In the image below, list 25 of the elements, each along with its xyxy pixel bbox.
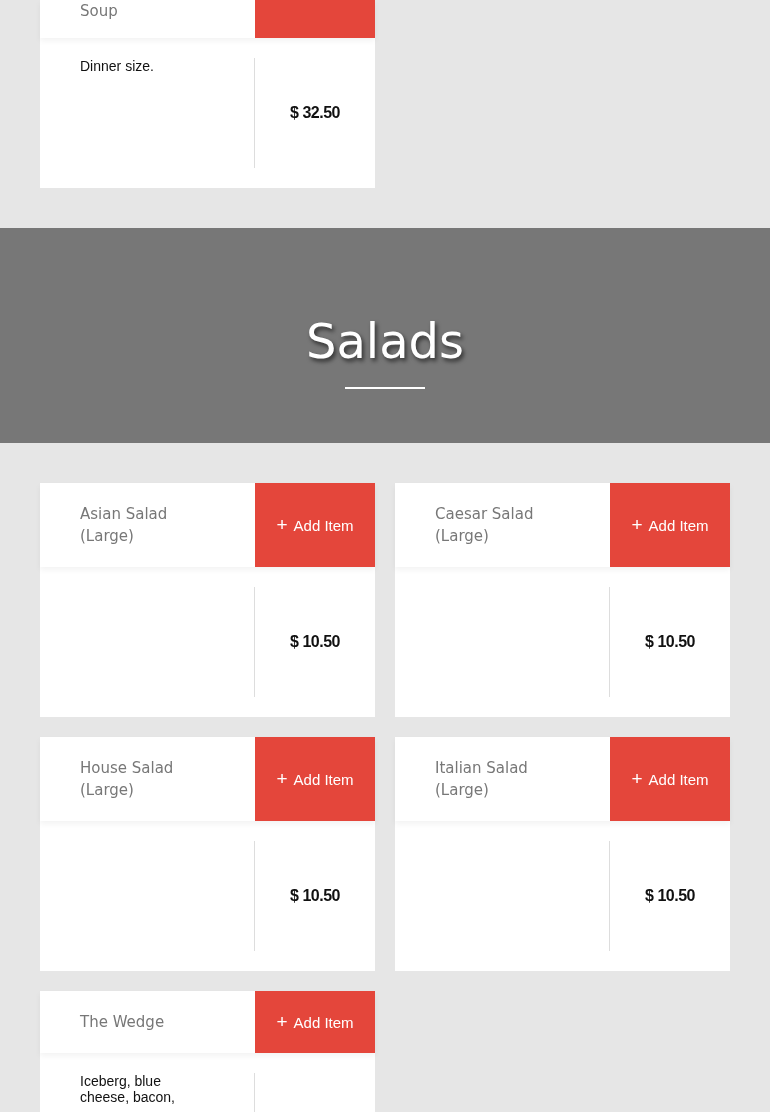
item-price: $ 10.50 [290, 633, 340, 651]
add-item-button[interactable] [255, 0, 375, 38]
item-name: House Salad (Large) [79, 758, 175, 801]
item-description: Iceberg, blue cheese, bacon, [80, 1073, 176, 1105]
add-item-button[interactable]: + Add Item [255, 991, 375, 1053]
plus-icon: + [631, 768, 643, 790]
add-item-button[interactable]: + Add Item [610, 483, 730, 567]
plus-icon: + [276, 514, 288, 536]
add-item-button[interactable]: + Add Item [610, 737, 730, 821]
plus-icon: + [276, 1011, 288, 1033]
add-item-button[interactable]: + Add Item [255, 483, 375, 567]
item-name: The Wedge [79, 1012, 166, 1033]
item-description: Dinner size. [80, 58, 155, 74]
category-title: Salads [305, 312, 465, 369]
item-name: Soup [79, 1, 119, 22]
item-name: Asian Salad (Large) [79, 504, 169, 547]
item-name: Italian Salad (Large) [434, 758, 529, 801]
item-name: Caesar Salad (Large) [434, 504, 535, 547]
item-price: $ 10.50 [645, 633, 695, 651]
plus-icon: + [631, 514, 643, 536]
item-price: $ 32.50 [290, 104, 340, 122]
plus-icon: + [276, 768, 288, 790]
add-item-button[interactable]: + Add Item [255, 737, 375, 821]
item-price: $ 10.50 [290, 887, 340, 905]
item-price: $ 10.50 [645, 887, 695, 905]
